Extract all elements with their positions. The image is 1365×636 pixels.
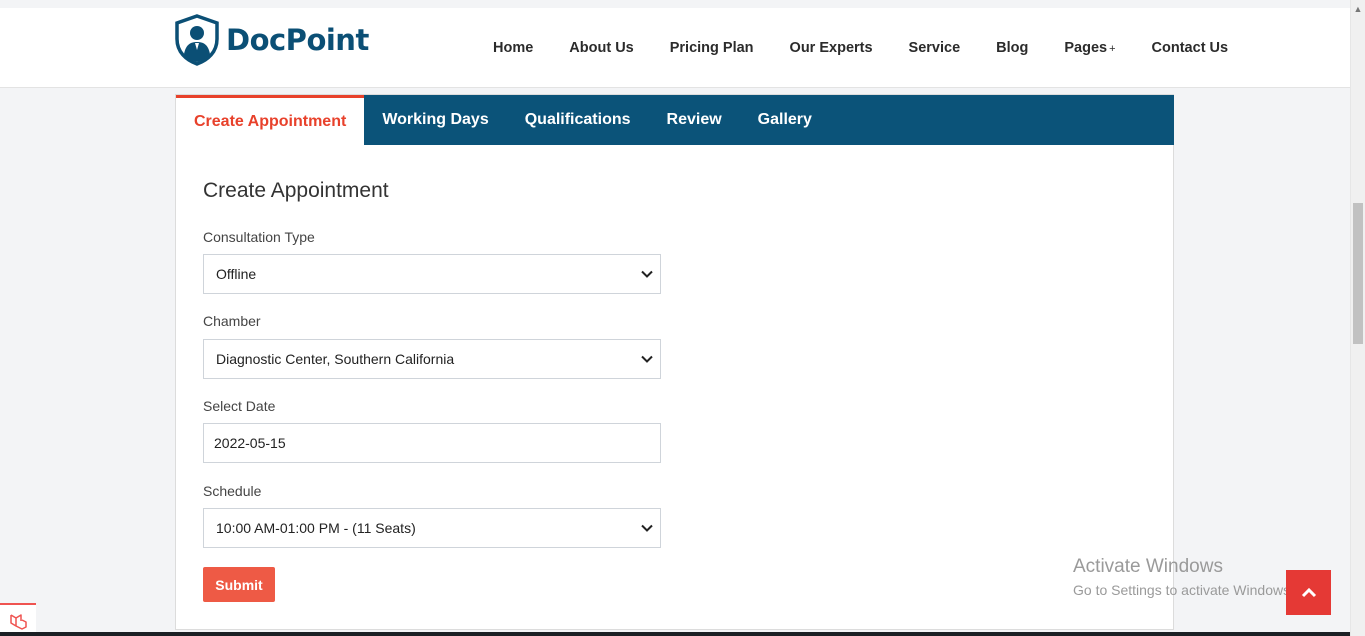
date-input[interactable]: 2022-05-15 xyxy=(203,423,661,463)
consultation-type-value: Offline xyxy=(216,266,257,282)
chamber-value: Diagnostic Center, Southern California xyxy=(216,351,455,367)
consultation-type-label: Consultation Type xyxy=(203,229,315,245)
schedule-select[interactable]: 10:00 AM-01:00 PM - (11 Seats) xyxy=(203,508,661,548)
tab-qualifications[interactable]: Qualifications xyxy=(507,95,649,145)
brand-logo[interactable]: DocPoint xyxy=(174,14,369,66)
watermark-subtitle: Go to Settings to activate Windows. xyxy=(1073,582,1294,598)
scrollbar-thumb[interactable] xyxy=(1353,203,1363,344)
appointment-card: Create Appointment Working Days Qualific… xyxy=(175,94,1174,630)
nav-pages[interactable]: Pages + xyxy=(1064,40,1115,56)
laravel-icon xyxy=(10,613,27,630)
chamber-label: Chamber xyxy=(203,313,261,329)
nav-pages-plus-icon: + xyxy=(1109,43,1116,55)
doctor-shield-icon xyxy=(175,14,219,66)
site-header: DocPoint Home About Us Pricing Plan Our … xyxy=(0,8,1350,88)
taskbar-edge xyxy=(0,632,1350,636)
nav-blog[interactable]: Blog xyxy=(996,40,1028,56)
tab-bar: Create Appointment Working Days Qualific… xyxy=(176,95,1174,145)
nav-contact-us[interactable]: Contact Us xyxy=(1152,40,1229,56)
submit-button[interactable]: Submit xyxy=(203,567,275,602)
nav-home[interactable]: Home xyxy=(493,40,533,56)
nav-our-experts[interactable]: Our Experts xyxy=(790,40,873,56)
scroll-to-top-button[interactable] xyxy=(1286,570,1331,615)
scroll-up-arrow-icon[interactable]: ▲ xyxy=(1353,4,1363,14)
date-value: 2022-05-15 xyxy=(214,435,286,451)
schedule-value: 10:00 AM-01:00 PM - (11 Seats) xyxy=(216,520,416,536)
tab-create-appointment[interactable]: Create Appointment xyxy=(176,95,365,145)
select-date-label: Select Date xyxy=(203,398,276,414)
main-nav: Home About Us Pricing Plan Our Experts S… xyxy=(475,8,1246,88)
nav-pages-label: Pages xyxy=(1064,40,1108,56)
tab-review[interactable]: Review xyxy=(649,95,740,145)
nav-pricing-plan[interactable]: Pricing Plan xyxy=(670,40,754,56)
tab-working-days[interactable]: Working Days xyxy=(364,95,506,145)
nav-service[interactable]: Service xyxy=(909,40,961,56)
windows-activation-watermark: Activate Windows Go to Settings to activ… xyxy=(1073,556,1294,598)
top-strip xyxy=(0,0,1350,8)
chamber-select[interactable]: Diagnostic Center, Southern California xyxy=(203,339,661,379)
chevron-down-icon xyxy=(641,524,653,532)
tab-gallery[interactable]: Gallery xyxy=(740,95,830,145)
chevron-down-icon xyxy=(641,355,653,363)
brand-name: DocPoint xyxy=(226,23,369,57)
chevron-down-icon xyxy=(641,270,653,278)
schedule-label: Schedule xyxy=(203,483,262,499)
form-title: Create Appointment xyxy=(203,179,389,202)
nav-about-us[interactable]: About Us xyxy=(569,40,633,56)
watermark-title: Activate Windows xyxy=(1073,556,1223,577)
consultation-type-select[interactable]: Offline xyxy=(203,254,661,294)
chevron-up-icon xyxy=(1301,587,1316,597)
page-scrollbar[interactable]: ▲ xyxy=(1350,0,1365,636)
